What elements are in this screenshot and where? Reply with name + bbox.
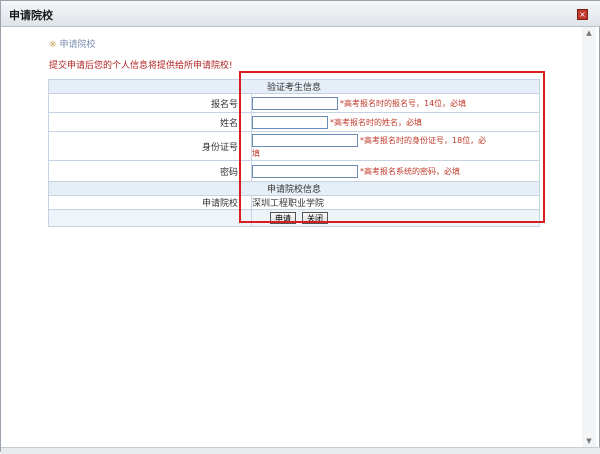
name-label: 姓名： bbox=[48, 112, 252, 132]
name-input[interactable] bbox=[252, 115, 328, 129]
id-number-input[interactable] bbox=[252, 134, 358, 147]
scroll-down-icon[interactable]: ▼ bbox=[582, 435, 596, 447]
form-row-buttons: 申请 关闭 bbox=[48, 209, 540, 227]
form-row-exam-number: 报名号： *高考报名时的报名号，14位，必填 bbox=[48, 93, 540, 113]
id-number-label: 身份证号： bbox=[48, 131, 252, 161]
scrollbar[interactable]: ▲ ▼ bbox=[582, 27, 596, 447]
info-prompt: 提交申请后您的个人信息将提供给所申请院校! bbox=[49, 61, 233, 71]
close-button[interactable]: 关闭 bbox=[302, 212, 328, 224]
form-row-id-number: 身份证号： *高考报名时的身份证号，18位，必 填 bbox=[48, 131, 540, 161]
apply-section-header: 申请院校信息 bbox=[48, 181, 540, 196]
verify-section-header: 验证考生信息 bbox=[48, 79, 540, 94]
password-label: 密码： bbox=[48, 160, 252, 182]
form-row-name: 姓名： *高考报名时的姓名，必填 bbox=[48, 112, 540, 132]
apply-form: 验证考生信息 报名号： *高考报名时的报名号，14位，必填 姓名： *高考报名时… bbox=[48, 79, 540, 227]
password-input[interactable] bbox=[252, 164, 358, 178]
submit-button[interactable]: 申请 bbox=[270, 212, 296, 224]
breadcrumb: ※ 申请院校 bbox=[49, 37, 96, 50]
window-title: 申请院校 bbox=[9, 9, 53, 22]
breadcrumb-label: 申请院校 bbox=[59, 40, 96, 50]
button-row-spacer bbox=[48, 209, 252, 227]
name-hint: *高考报名时的姓名，必填 bbox=[330, 117, 422, 127]
title-bar: 申请院校 × bbox=[1, 1, 600, 27]
close-icon[interactable]: × bbox=[577, 9, 588, 20]
form-row-apply-school: 申请院校： 深圳工程职业学院 bbox=[48, 195, 540, 210]
id-number-hint-continued: 填 bbox=[252, 149, 260, 158]
apply-school-label: 申请院校： bbox=[48, 195, 252, 210]
apply-school-value: 深圳工程职业学院 bbox=[252, 199, 325, 209]
exam-number-hint: *高考报名时的报名号，14位，必填 bbox=[340, 98, 467, 108]
id-number-hint: *高考报名时的身份证号，18位，必 bbox=[360, 136, 487, 145]
star-icon: ※ bbox=[49, 40, 57, 50]
scroll-up-icon[interactable]: ▲ bbox=[582, 27, 596, 39]
password-hint: *高考报名系统的密码，必填 bbox=[360, 166, 460, 176]
exam-number-input[interactable] bbox=[252, 96, 338, 110]
exam-number-label: 报名号： bbox=[48, 93, 252, 113]
form-row-password: 密码： *高考报名系统的密码，必填 bbox=[48, 160, 540, 182]
status-strip bbox=[1, 447, 600, 454]
dialog-window: 申请院校 × ※ 申请院校 提交申请后您的个人信息将提供给所申请院校! 验证考生信… bbox=[0, 0, 600, 454]
